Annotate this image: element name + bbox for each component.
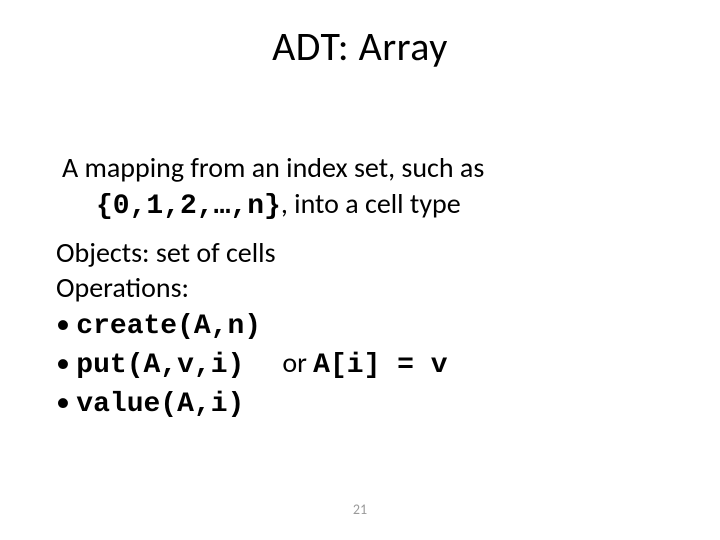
op-put-alt-code: A[i] = v [313, 350, 447, 381]
op-put: put(A,v,i) or A[i] = v [56, 345, 664, 384]
operations-label: Operations: [56, 270, 664, 306]
objects-label: Objects: [56, 235, 150, 270]
slide-body: A mapping from an index set, such as {0,… [56, 150, 664, 423]
index-set-code: {0,1,2,…,n} [96, 191, 281, 222]
op-put-or: or [282, 345, 313, 380]
definition-after-indexset: , into a cell type [281, 186, 461, 221]
op-put-code: put(A,v,i) [76, 350, 244, 381]
op-create-code: create(A,n) [76, 311, 261, 342]
page-number: 21 [0, 501, 720, 518]
op-value: value(A,i) [56, 384, 664, 423]
definition-line1: A mapping from an index set, such as [62, 150, 484, 185]
definition-paragraph: A mapping from an index set, such as {0,… [62, 150, 664, 225]
objects-line: Objects: set of cells [56, 235, 664, 271]
op-create: create(A,n) [56, 306, 664, 345]
op-value-code: value(A,i) [76, 389, 244, 420]
slide-title: ADT: Array [0, 22, 720, 71]
operations-list: create(A,n) put(A,v,i) or A[i] = v value(… [56, 306, 664, 422]
objects-text: set of cells [150, 235, 276, 270]
